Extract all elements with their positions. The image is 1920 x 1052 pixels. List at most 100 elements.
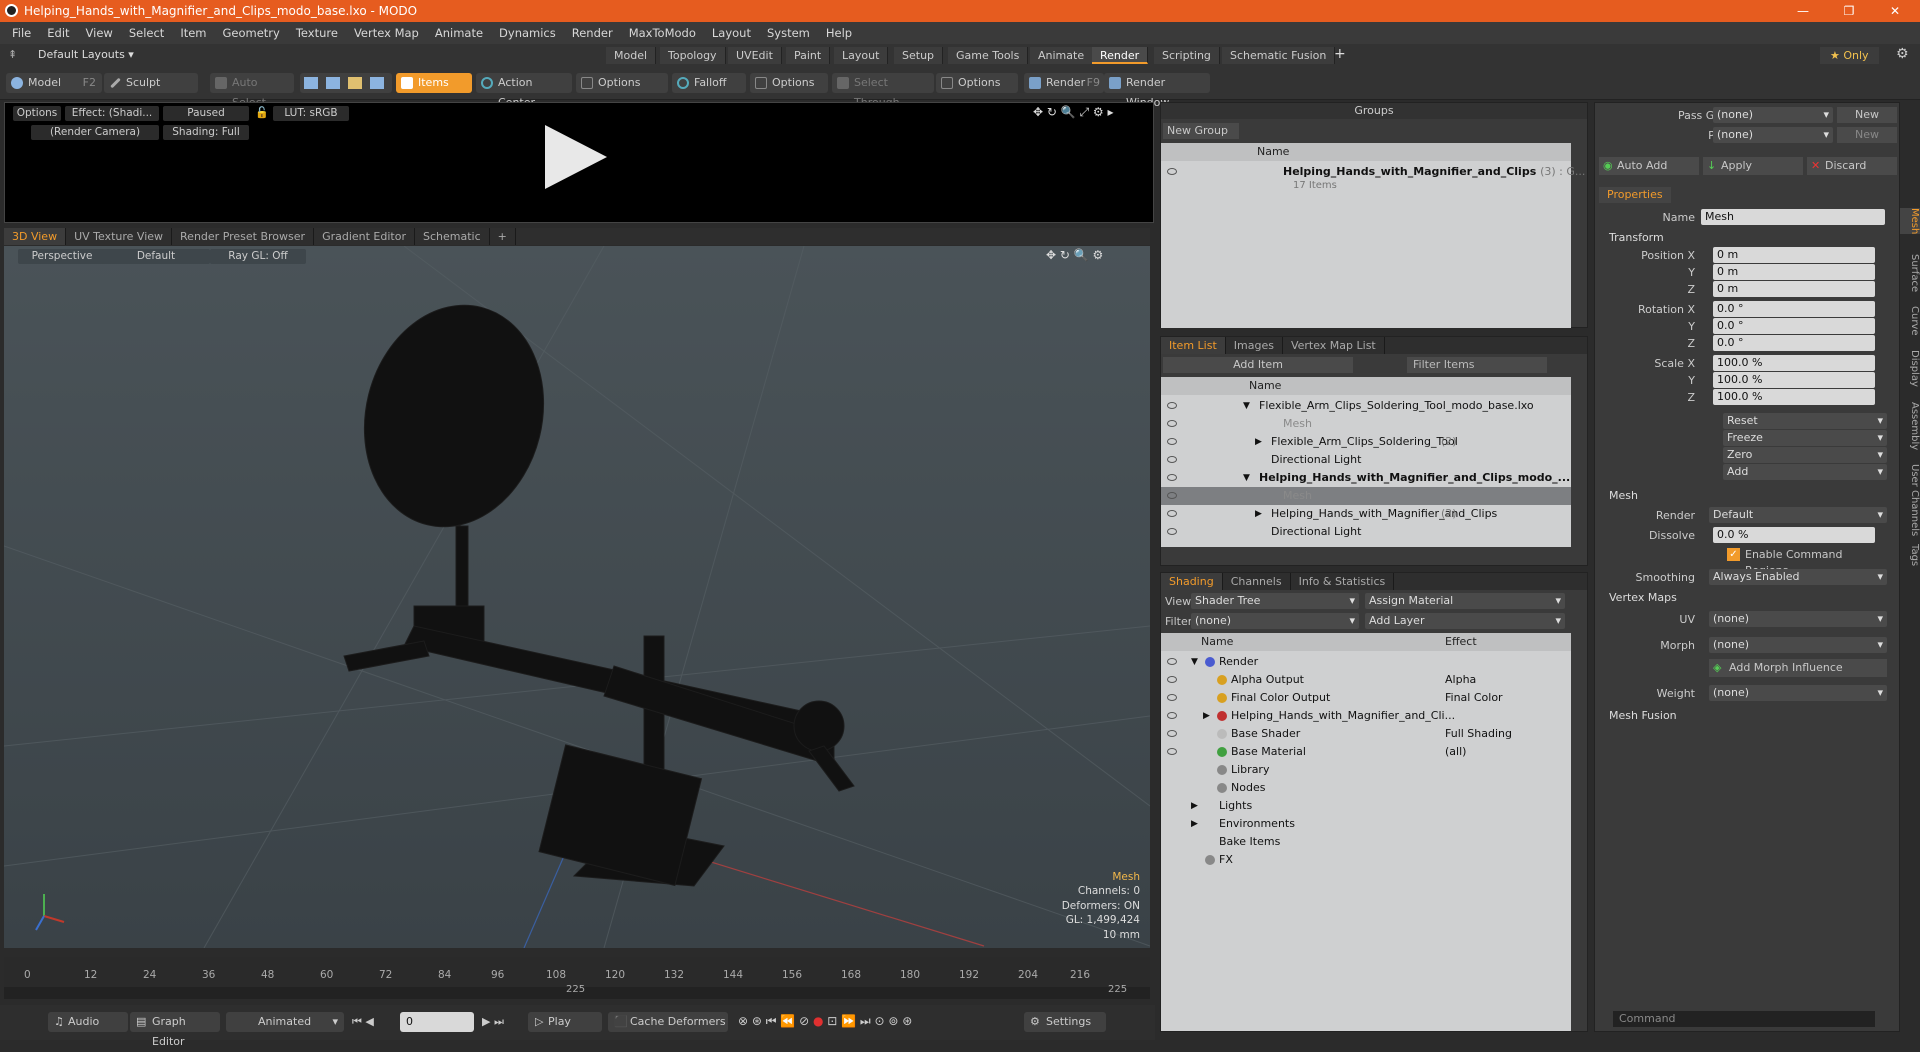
shader-effect[interactable]: Final Color [1445,689,1503,707]
command-input[interactable]: Command [1613,1011,1875,1027]
expand-toggle-icon[interactable]: ▼ [1243,397,1250,415]
vertices-mode-icon[interactable] [304,77,318,89]
eye-icon[interactable] [1167,456,1177,463]
menu-system[interactable]: System [759,26,818,40]
item-row[interactable]: Mesh [1161,415,1571,433]
expand-toggle-icon[interactable]: ▶ [1191,797,1198,815]
tab-uvedit[interactable]: UVEdit [728,47,782,64]
tab-shading[interactable]: Shading [1161,573,1223,590]
eye-icon[interactable] [1167,474,1177,481]
discard-button[interactable]: ✕ Discard [1807,157,1897,175]
settings-button[interactable]: ⚙ Settings [1024,1012,1106,1032]
shader-row[interactable]: ▶ Environments [1161,815,1571,833]
add-view-tab-icon[interactable]: + [490,228,516,245]
expand-toggle-icon[interactable]: ▼ [1191,653,1198,671]
paused-button[interactable]: Paused [163,106,249,121]
expand-toggle-icon[interactable]: ▶ [1255,433,1262,451]
frame-input[interactable]: 0 [400,1012,474,1032]
add-morph-influence-button[interactable]: ◈ Add Morph Influence [1709,659,1887,677]
polygons-mode-icon[interactable] [348,77,362,89]
sidetab-curve[interactable]: Curve [1900,306,1920,336]
shader-tree[interactable]: Name Effect ▼ Render Alpha Output Alpha Fina… [1161,633,1571,1031]
item-row[interactable]: ▼ Flexible_Arm_Clips_Soldering_Tool_modo_… [1161,397,1571,415]
tab-uv-texture-view[interactable]: UV Texture View [66,228,173,245]
position-x-input[interactable]: 0 m [1713,247,1875,263]
mesh-section[interactable]: Mesh [1609,489,1638,502]
transport-forward-icons[interactable]: ▶ ⏭ [482,1015,504,1029]
item-row[interactable]: Directional Light [1161,523,1571,541]
eye-icon[interactable] [1167,694,1177,701]
tab-scripting[interactable]: Scripting [1154,47,1220,64]
item-row[interactable]: ▶ Flexible_Arm_Clips_Soldering_Tool (2) [1161,433,1571,451]
play-button[interactable]: ▷ Play [528,1012,602,1032]
zero-dropdown[interactable]: Zero [1723,447,1887,463]
menu-texture[interactable]: Texture [288,26,346,40]
eye-icon[interactable] [1167,168,1177,175]
effect-dropdown[interactable]: Effect: (Shadi... [65,106,159,121]
smoothing-dropdown[interactable]: Always Enabled [1709,569,1887,585]
expand-toggle-icon[interactable]: ▶ [1191,815,1198,833]
render-preview[interactable]: Options Effect: (Shadi... Paused 🔓 LUT: … [4,102,1154,223]
new-pass-group-button[interactable]: New [1837,107,1897,123]
eye-icon[interactable] [1167,748,1177,755]
items-mode-button[interactable]: Items [396,73,472,93]
shader-row[interactable]: Alpha Output Alpha [1161,671,1571,689]
close-button[interactable]: ✕ [1872,0,1918,22]
maximize-button[interactable]: ❐ [1826,0,1872,22]
model-mode-button[interactable]: Model F2 [6,73,102,93]
falloff-button[interactable]: Falloff [672,73,746,93]
new-pass-button[interactable]: New [1837,127,1897,143]
menu-layout[interactable]: Layout [704,26,759,40]
weight-dropdown[interactable]: (none) [1709,685,1887,701]
render-dropdown[interactable]: Default [1709,507,1887,523]
play-icon[interactable] [545,125,607,189]
materials-mode-icon[interactable] [370,77,384,89]
lock-icon[interactable]: 🔓 [255,106,269,119]
rotation-x-input[interactable]: 0.0 ° [1713,301,1875,317]
auto-add-button[interactable]: ◉ Auto Add [1599,157,1699,175]
menu-file[interactable]: File [0,26,39,40]
shader-row[interactable]: Final Color Output Final Color [1161,689,1571,707]
scale-y-input[interactable]: 100.0 % [1713,372,1875,388]
render-camera-dropdown[interactable]: (Render Camera) [31,125,159,140]
tab-properties[interactable]: Properties [1599,187,1671,203]
sidetab-tags[interactable]: Tags [1900,544,1920,566]
tab-item-list[interactable]: Item List [1161,337,1226,354]
eye-icon[interactable] [1167,510,1177,517]
sidetab-assembly[interactable]: Assembly [1900,402,1920,450]
shader-row[interactable]: ▶ Helping_Hands_with_Magnifier_and_Cli... [1161,707,1571,725]
key-tools-icons[interactable]: ⊗ ⊛ ⏮ ⏪ ⊘ ● ⊡ ⏩ ⏭ ⊙ ⊚ ⊛ [738,1014,912,1029]
tab-render-preset-browser[interactable]: Render Preset Browser [172,228,315,245]
tab-images[interactable]: Images [1226,337,1283,354]
passes-dropdown[interactable]: (none) [1713,127,1833,143]
item-row[interactable]: ▶ Helping_Hands_with_Magnifier_and_Clips(… [1161,505,1571,523]
layout-up-icon[interactable]: ⇞ [8,48,17,61]
add-tab-icon[interactable]: + [1334,46,1346,62]
shader-row[interactable]: Base Material (all) [1161,743,1571,761]
transport-back-icons[interactable]: ⏮ ◀ [352,1015,374,1029]
falloff-options-button[interactable]: Options [750,73,828,93]
menu-select[interactable]: Select [121,26,172,40]
lut-dropdown[interactable]: LUT: sRGB [273,106,349,121]
add-dropdown[interactable]: Add [1723,464,1887,480]
tab-game-tools[interactable]: Game Tools [948,47,1029,64]
sidetab-surface[interactable]: Surface [1900,254,1920,292]
tab-schematic-fusion[interactable]: Schematic Fusion [1222,47,1336,64]
uv-dropdown[interactable]: (none) [1709,611,1887,627]
only-toggle[interactable]: ★ Only [1820,47,1879,64]
menu-dynamics[interactable]: Dynamics [491,26,564,40]
expand-toggle-icon[interactable]: ▼ [1243,469,1250,487]
shader-tree-dropdown[interactable]: Shader Tree [1191,593,1359,609]
cache-deformers-button[interactable]: ⬛ Cache Deformers [608,1012,728,1032]
menu-geometry[interactable]: Geometry [215,26,288,40]
eye-icon[interactable] [1167,658,1177,665]
filter-dropdown[interactable]: (none) [1191,613,1359,629]
assign-material-dropdown[interactable]: Assign Material [1365,593,1565,609]
tab-schematic[interactable]: Schematic [415,228,490,245]
shader-row[interactable]: ▼ Render [1161,653,1571,671]
tab-channels[interactable]: Channels [1223,573,1291,590]
tab-paint[interactable]: Paint [786,47,831,64]
eye-icon[interactable] [1167,712,1177,719]
eye-icon[interactable] [1167,528,1177,535]
audio-button[interactable]: ♫ Audio [48,1012,128,1032]
